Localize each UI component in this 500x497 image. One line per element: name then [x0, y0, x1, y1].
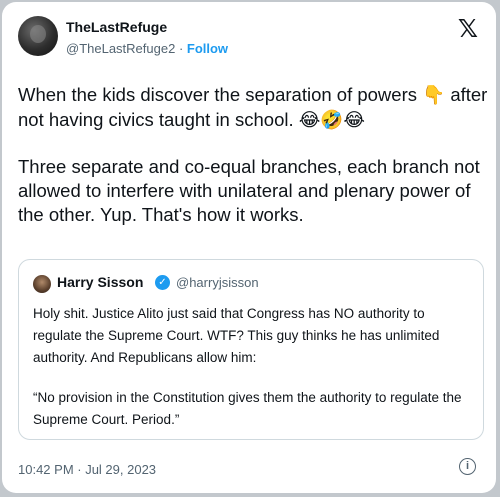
quoted-author-avatar [33, 275, 51, 293]
quoted-tweet[interactable]: Harry Sisson ✓ @harryjsisson Holy shit. … [18, 259, 484, 440]
follow-link[interactable]: Follow [187, 41, 228, 56]
quoted-paragraph-1: Holy shit. Justice Alito just said that … [33, 306, 440, 365]
author-name[interactable]: TheLastRefuge [66, 19, 167, 35]
quoted-author-name: Harry Sisson [57, 274, 144, 290]
author-handle[interactable]: @TheLastRefuge2 [66, 41, 175, 56]
laughing-emojis: 😂🤣😂 [298, 110, 366, 131]
tweet-timestamp[interactable]: 10:42 PM · Jul 29, 2023 [18, 462, 156, 477]
author-avatar[interactable] [18, 16, 58, 56]
info-icon[interactable]: i [459, 458, 476, 475]
tweet-paragraph-1: When the kids discover the separation of… [18, 84, 488, 131]
quoted-author-handle: @harryjsisson [176, 275, 259, 290]
handle-separator: · [175, 41, 187, 56]
verified-badge-icon: ✓ [155, 275, 170, 290]
tweet-text: When the kids discover the separation of… [18, 83, 488, 227]
x-logo-icon[interactable]: 𝕏 [458, 14, 478, 43]
quoted-paragraph-2: “No provision in the Constitution gives … [33, 390, 462, 427]
author-handle-row: @TheLastRefuge2 · Follow [66, 41, 228, 56]
tweet-paragraph-2: Three separate and co-equal branches, ea… [18, 156, 480, 225]
point-down-emoji: 👇 [422, 85, 446, 106]
tweet-card: TheLastRefuge @TheLastRefuge2 · Follow 𝕏… [2, 2, 496, 493]
quoted-text: Holy shit. Justice Alito just said that … [33, 303, 473, 431]
